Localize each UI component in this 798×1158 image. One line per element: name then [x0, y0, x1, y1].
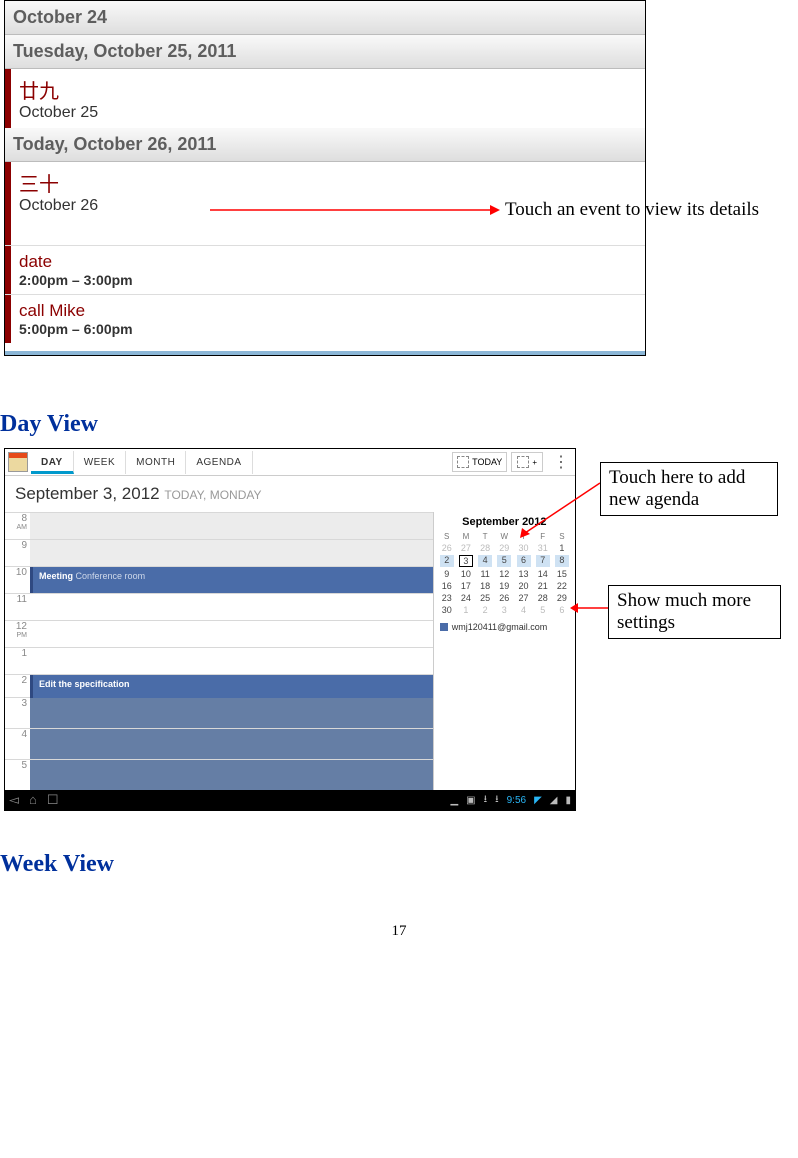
menu-overflow-icon[interactable]: ⋮: [547, 452, 575, 472]
hour-slot-5[interactable]: [30, 760, 433, 790]
add-event-button[interactable]: +: [511, 452, 543, 472]
callout-add-agenda: Touch here to add new agenda: [600, 462, 778, 516]
agenda-header-oct24: October 24: [5, 1, 645, 35]
page-number: 17: [0, 923, 798, 940]
calendar-color-icon: [440, 623, 448, 631]
home-icon[interactable]: ⌂: [29, 792, 37, 808]
clock: 9:56: [507, 795, 526, 806]
hour-slot-9[interactable]: [30, 540, 433, 566]
mini-cal-selected-day[interactable]: 3: [459, 555, 473, 567]
tab-week[interactable]: WEEK: [74, 451, 126, 474]
heading-day-view: Day View: [0, 411, 798, 438]
agenda-event-callmike[interactable]: call Mike 5:00pm – 6:00pm: [5, 294, 645, 343]
hour-slot-1[interactable]: [30, 648, 433, 674]
tab-day[interactable]: DAY: [31, 451, 74, 474]
agenda-header-oct25: Tuesday, October 25, 2011: [5, 35, 645, 69]
status-icon: ⭳: [495, 792, 499, 809]
day-view-screenshot: DAY WEEK MONTH AGENDA TODAY + ⋮ Septembe…: [4, 448, 576, 811]
status-icon: ⭳: [484, 792, 488, 809]
tab-agenda[interactable]: AGENDA: [186, 451, 252, 474]
calendar-app-icon[interactable]: [8, 452, 28, 472]
hours-column: 8AM 9 10 Meeting Conference room 11 12PM…: [5, 512, 433, 790]
arrow-touch-event: [210, 200, 500, 220]
wifi-icon: ◤: [534, 795, 542, 806]
back-icon[interactable]: ◅: [9, 792, 19, 808]
signal-icon: ◢: [550, 795, 558, 806]
mini-calendar[interactable]: September 2012 SMTWTFS 2627282930311 234…: [433, 512, 575, 790]
hour-slot-11[interactable]: [30, 594, 433, 620]
hour-slot-10[interactable]: Meeting Conference room: [30, 567, 433, 593]
arrow-more-settings: [570, 593, 610, 623]
today-button[interactable]: TODAY: [452, 452, 507, 472]
battery-icon: ▮: [565, 795, 571, 806]
agenda-event-lunar25[interactable]: 廿九 October 25: [5, 69, 645, 128]
agenda-event-date[interactable]: date 2:00pm – 3:00pm: [5, 245, 645, 294]
recent-apps-icon[interactable]: ☐: [47, 792, 59, 808]
status-icon: ▣: [466, 795, 475, 806]
calendar-account[interactable]: wmj120411@gmail.com: [440, 622, 569, 632]
tabs-row: DAY WEEK MONTH AGENDA TODAY + ⋮: [5, 449, 575, 476]
arrow-add-agenda: [520, 478, 600, 538]
hour-slot-3[interactable]: [30, 698, 433, 728]
add-icon: [517, 456, 529, 468]
agenda-screenshot: October 24 Tuesday, October 25, 2011 廿九 …: [4, 0, 646, 356]
tab-month[interactable]: MONTH: [126, 451, 186, 474]
hour-slot-12[interactable]: [30, 621, 433, 647]
status-icon: ▁: [450, 795, 458, 806]
hour-slot-4[interactable]: [30, 729, 433, 759]
system-bar: ◅ ⌂ ☐ ▁ ▣ ⭳ ⭳ 9:56 ◤ ◢ ▮: [5, 790, 575, 810]
agenda-header-today: Today, October 26, 2011: [5, 128, 645, 162]
hour-slot-2[interactable]: Edit the specification: [30, 675, 433, 697]
current-date-header: September 3, 2012 TODAY, MONDAY: [5, 476, 575, 512]
event-meeting[interactable]: Meeting Conference room: [30, 567, 433, 593]
callout-more-settings: Show much more settings: [608, 585, 781, 639]
hour-slot-8[interactable]: [30, 513, 433, 539]
heading-week-view: Week View: [0, 851, 798, 878]
today-icon: [457, 456, 469, 468]
annotation-touch-event: Touch an event to view its details: [505, 199, 759, 221]
